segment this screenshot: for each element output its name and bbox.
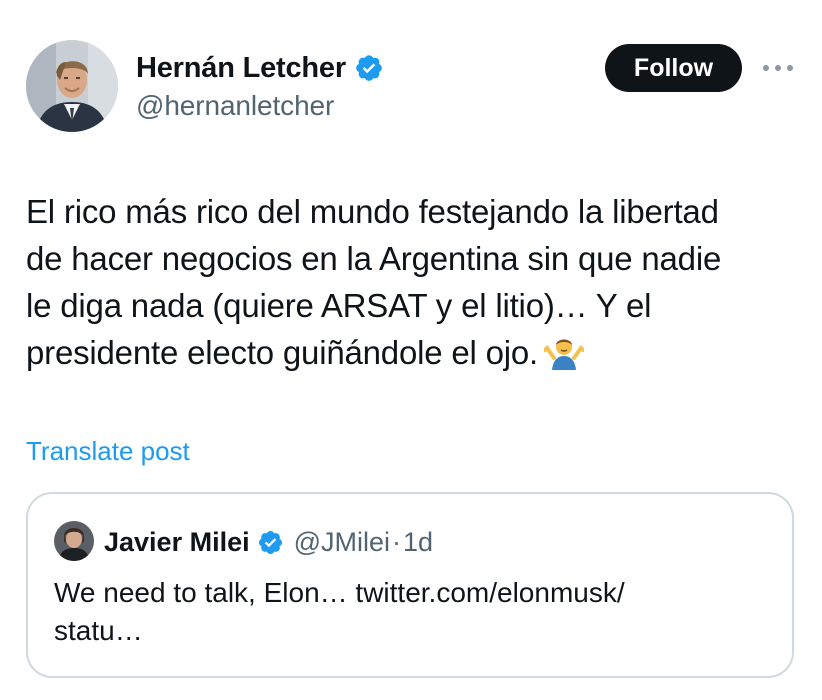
- quoted-author-name[interactable]: Javier Milei: [104, 527, 250, 558]
- translate-post-link[interactable]: Translate post: [26, 436, 190, 467]
- more-horizontal-icon: [763, 65, 793, 71]
- verified-badge-icon: [354, 53, 384, 83]
- person-shrugging-emoji-icon: [543, 334, 586, 370]
- tweet-text: El rico más rico del mundo festejando la…: [26, 188, 806, 376]
- verified-badge-icon: [257, 529, 284, 556]
- quoted-tweet-header: Javier Milei @JMilei · 1d: [104, 522, 433, 562]
- author-avatar[interactable]: [26, 40, 118, 132]
- follow-button[interactable]: Follow: [605, 44, 742, 92]
- more-options-button[interactable]: [760, 54, 796, 82]
- author-name-row[interactable]: Hernán Letcher: [136, 48, 384, 88]
- separator-dot: ·: [392, 526, 402, 557]
- author-handle[interactable]: @hernanletcher: [136, 90, 334, 122]
- quoted-tweet-text: We need to talk, Elon… twitter.com/elonm…: [54, 577, 625, 646]
- tweet-text-content: El rico más rico del mundo festejando la…: [26, 193, 722, 371]
- author-name[interactable]: Hernán Letcher: [136, 52, 346, 85]
- quoted-author-handle[interactable]: @JMilei: [294, 527, 390, 558]
- quoted-tweet-card[interactable]: Javier Milei @JMilei · 1d We need to tal…: [26, 492, 794, 678]
- quoted-tweet-timestamp[interactable]: 1d: [403, 527, 433, 558]
- quoted-author-avatar[interactable]: [54, 521, 94, 561]
